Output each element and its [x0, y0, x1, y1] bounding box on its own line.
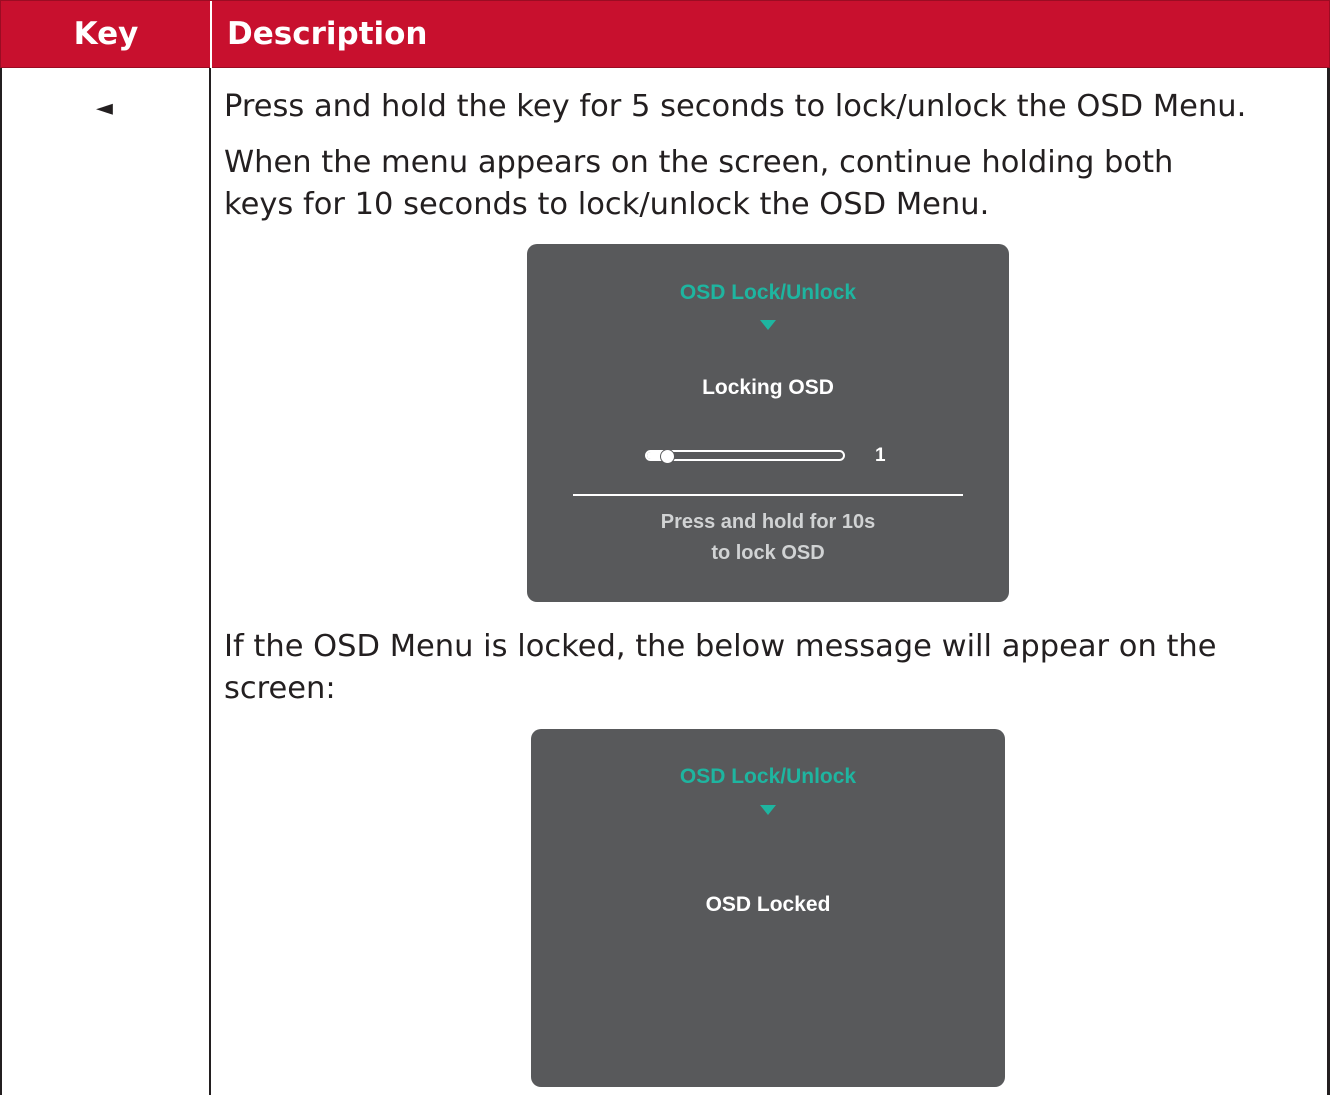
key-description-table: Key Description ◄ Press and hold the key…: [0, 0, 1330, 1095]
description-paragraph-3: If the OSD Menu is locked, the below mes…: [224, 626, 1324, 710]
header-description: Description: [227, 16, 428, 52]
osd-status-text: Locking OSD: [702, 376, 834, 399]
lock-progress-value: 1: [875, 445, 886, 466]
osd-locking-dialog: OSD Lock/Unlock Locking OSD 1 Press and …: [527, 244, 1009, 602]
table-header: Key Description: [0, 0, 1330, 69]
description-paragraph-1: Press and hold the key for 5 seconds to …: [224, 89, 1247, 124]
osd-footer-line-1: Press and hold for 10s: [660, 511, 876, 533]
osd-footer-line-2: to lock OSD: [711, 542, 825, 564]
paragraph-2-line-1: When the menu appears on the screen, con…: [224, 145, 1174, 180]
osd-locked-dialog: OSD Lock/Unlock OSD Locked: [531, 729, 1005, 1087]
osd-title: OSD Lock/Unlock: [679, 765, 857, 788]
osd-title: OSD Lock/Unlock: [679, 281, 857, 304]
table-border-left: [0, 68, 2, 1095]
left-arrow-key-icon: ◄: [96, 96, 113, 121]
header-key: Key: [73, 16, 139, 52]
table-border-middle: [209, 68, 211, 1095]
triangle-down-icon: [760, 320, 776, 330]
lock-progress-knob: [660, 449, 676, 464]
paragraph-2-line-2: keys for 10 seconds to lock/unlock the O…: [224, 187, 990, 222]
description-paragraph-2: When the menu appears on the screen, con…: [224, 142, 1324, 226]
lock-progress-bar: [645, 449, 845, 464]
triangle-down-icon: [760, 805, 776, 815]
osd-status-text: OSD Locked: [705, 893, 831, 916]
header-separator: [210, 1, 212, 69]
paragraph-3-line-1: If the OSD Menu is locked, the below mes…: [224, 629, 1217, 664]
paragraph-3-line-2: screen:: [224, 671, 336, 706]
osd-divider: [573, 494, 963, 496]
